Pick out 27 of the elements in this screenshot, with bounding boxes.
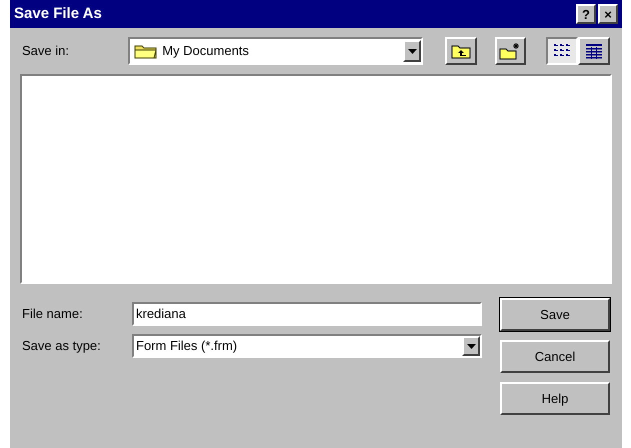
save-in-label: Save in: bbox=[22, 42, 70, 60]
new-folder-button[interactable] bbox=[494, 37, 526, 65]
list-view-button[interactable] bbox=[546, 37, 578, 65]
file-name-label: File name: bbox=[22, 305, 84, 324]
close-button[interactable]: × bbox=[598, 4, 618, 24]
dialog-button[interactable]: Help bbox=[500, 382, 610, 415]
dialog-button[interactable]: Save bbox=[500, 298, 610, 331]
help-title-button[interactable]: ? bbox=[576, 4, 596, 24]
save-in-value: My Documents bbox=[162, 42, 250, 60]
save-in-dropdown[interactable]: My Documents bbox=[128, 37, 423, 65]
list-view-icon bbox=[553, 43, 571, 59]
folder-icon bbox=[134, 43, 158, 59]
window-title: Save File As bbox=[14, 4, 102, 24]
new-folder-icon bbox=[499, 42, 522, 60]
save-as-type-label: Save as type: bbox=[22, 337, 102, 356]
details-view-icon bbox=[585, 43, 603, 59]
folder-up-icon bbox=[450, 43, 471, 59]
details-view-button[interactable] bbox=[578, 37, 610, 65]
dropdown-button[interactable] bbox=[462, 336, 480, 356]
save-as-type-value: Form Files (*.frm) bbox=[136, 337, 238, 356]
file-name-field[interactable]: krediana bbox=[132, 302, 482, 326]
dropdown-button[interactable] bbox=[403, 40, 421, 62]
caret-icon bbox=[466, 344, 476, 348]
dialog-button[interactable]: Cancel bbox=[500, 340, 610, 373]
save-as-type-dropdown[interactable]: Form Files (*.frm) bbox=[132, 334, 482, 358]
up-folder-button[interactable] bbox=[445, 37, 476, 65]
caret-icon bbox=[408, 48, 416, 54]
